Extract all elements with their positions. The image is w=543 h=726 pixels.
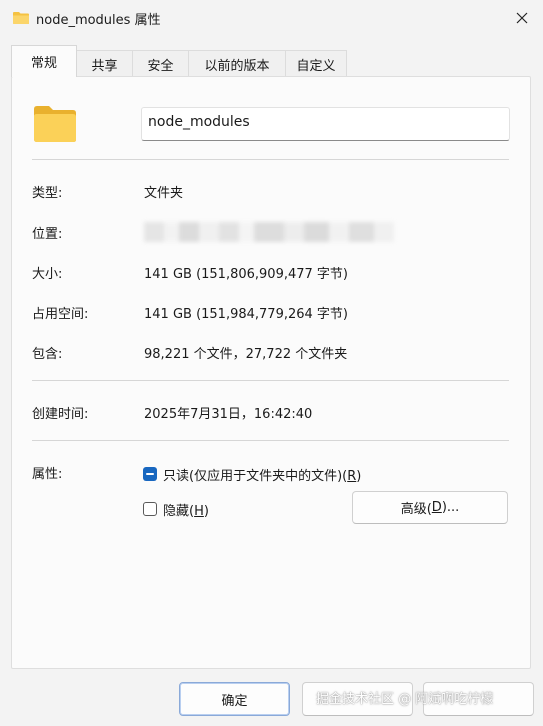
type-value: 文件夹: [144, 186, 184, 201]
general-panel: [11, 76, 531, 669]
location-label: 位置:: [32, 227, 63, 242]
created-value: 2025年7月31日，16:42:40: [144, 407, 313, 422]
hidden-label-tail: ): [203, 504, 209, 519]
tab-label: 自定义: [296, 58, 336, 74]
watermark: 掘金技术社区 @ 阿斌啊吃柠檬: [316, 692, 494, 707]
readonly-checkbox[interactable]: [143, 467, 157, 481]
window-title: node_modules 属性: [36, 13, 161, 28]
folder-icon: [13, 12, 29, 24]
hidden-checkbox[interactable]: [143, 502, 157, 516]
advanced-accesskey: D: [431, 500, 442, 515]
advanced-button[interactable]: 高级(D)...: [352, 491, 508, 524]
folder-name-value: node_modules: [148, 114, 250, 130]
tab-customize[interactable]: 自定义: [285, 50, 347, 77]
size-value: 141 GB (151,806,909,477 字节): [144, 267, 348, 282]
contains-label: 包含:: [32, 347, 63, 362]
folder-icon: [34, 106, 76, 142]
divider: [32, 440, 509, 441]
ok-button[interactable]: 确定: [179, 682, 290, 716]
created-label: 创建时间:: [32, 407, 89, 422]
tab-security[interactable]: 安全: [132, 50, 189, 77]
tab-previous-versions[interactable]: 以前的版本: [188, 50, 286, 77]
advanced-label-text: 高级(: [400, 502, 432, 517]
readonly-label-text: 只读(仅应用于文件夹中的文件)(: [163, 469, 348, 484]
hidden-accesskey: H: [194, 504, 204, 519]
title-bar: node_modules 属性: [0, 0, 543, 36]
tab-label: 以前的版本: [204, 58, 270, 74]
hidden-label[interactable]: 隐藏(H): [163, 500, 209, 519]
divider: [32, 380, 509, 381]
attributes-label: 属性:: [32, 467, 63, 482]
readonly-accesskey: R: [347, 469, 357, 484]
close-icon: [516, 12, 528, 24]
tab-general[interactable]: 常规: [11, 45, 77, 77]
tab-label: 共享: [91, 58, 118, 74]
type-label: 类型:: [32, 186, 63, 201]
advanced-label-tail: )...: [441, 500, 460, 515]
folder-name-input[interactable]: node_modules: [141, 107, 510, 141]
location-value-redacted: [144, 222, 394, 242]
close-button[interactable]: [506, 4, 538, 32]
tab-sharing[interactable]: 共享: [76, 50, 133, 77]
hidden-label-text: 隐藏(: [163, 504, 195, 519]
size-on-disk-label: 占用空间:: [32, 307, 89, 322]
ok-label: 确定: [221, 693, 248, 709]
tab-label: 常规: [30, 56, 57, 71]
contains-value: 98,221 个文件，27,722 个文件夹: [144, 347, 348, 362]
size-on-disk-value: 141 GB (151,984,779,264 字节): [144, 307, 348, 322]
readonly-label-tail: ): [356, 469, 362, 484]
readonly-label[interactable]: 只读(仅应用于文件夹中的文件)(R): [163, 465, 361, 484]
divider: [32, 159, 509, 160]
size-label: 大小:: [32, 267, 63, 282]
tab-label: 安全: [147, 58, 174, 74]
